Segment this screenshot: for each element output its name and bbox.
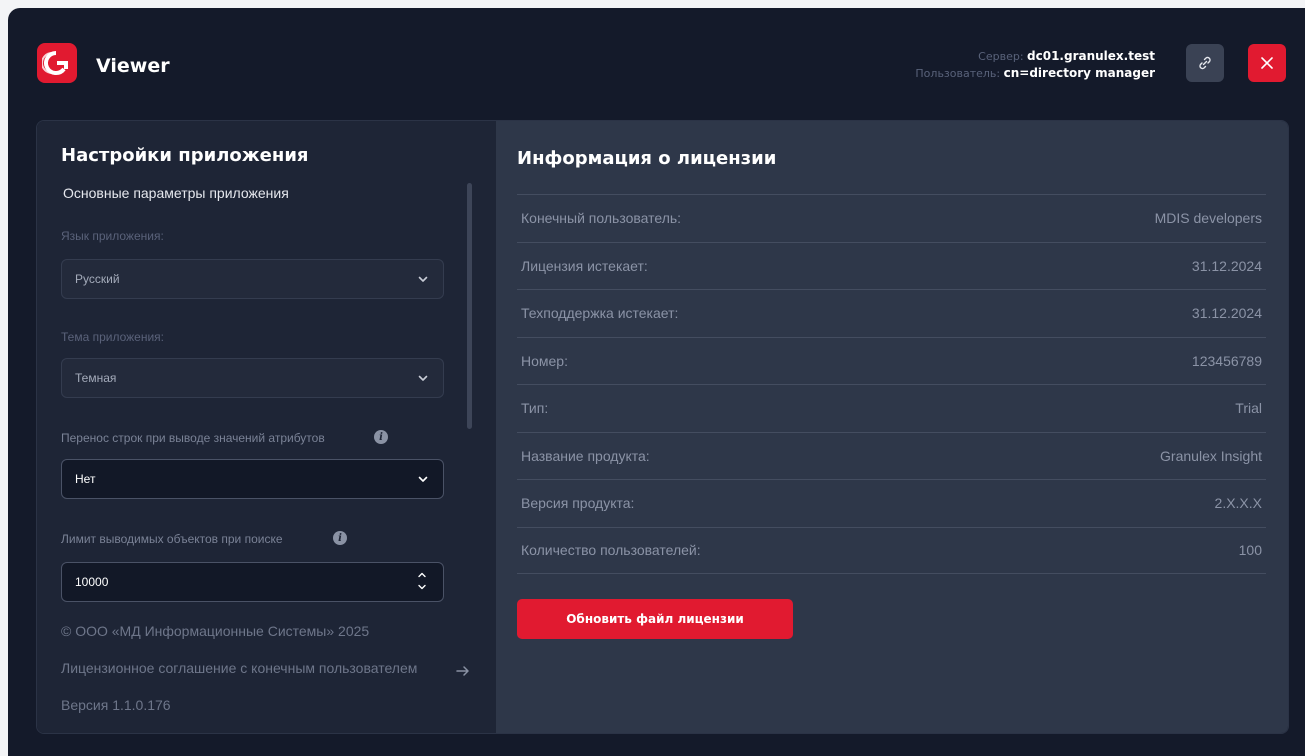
app-window: Viewer Сервер: dc01.granulex.test Пользо… xyxy=(8,8,1305,756)
license-value: 31.12.2024 xyxy=(1191,305,1262,322)
license-row: Версия продукта: 2.X.X.X xyxy=(517,479,1266,527)
eula-link[interactable]: Лицензионное соглашение с конечным польз… xyxy=(61,660,417,676)
license-row: Конечный пользователь: MDIS developers xyxy=(517,194,1266,242)
limit-input[interactable]: 10000 xyxy=(61,562,444,602)
limit-value: 10000 xyxy=(75,575,109,589)
app-title: Viewer xyxy=(96,55,170,77)
license-value: 100 xyxy=(1238,542,1262,559)
link-icon xyxy=(1199,56,1211,70)
server-label: Сервер: xyxy=(978,50,1024,63)
language-select[interactable]: Русский xyxy=(61,259,444,299)
wrap-label: Перенос строк при выводе значений атрибу… xyxy=(61,431,325,445)
wrap-value: Нет xyxy=(75,472,96,486)
theme-value: Темная xyxy=(75,371,117,385)
copyright-text: © ООО «МД Информационные Системы» 2025 xyxy=(61,623,370,639)
language-value: Русский xyxy=(75,272,120,286)
wrap-select[interactable]: Нет xyxy=(61,459,444,499)
license-title: Информация о лицензии xyxy=(517,148,777,169)
license-panel: Информация о лицензии Конечный пользоват… xyxy=(496,121,1288,733)
license-key: Номер: xyxy=(521,352,568,369)
settings-panel: Настройки приложения Основные параметры … xyxy=(37,121,496,733)
close-icon xyxy=(1261,57,1273,69)
license-row: Тип: Trial xyxy=(517,384,1266,432)
limit-stepper[interactable] xyxy=(417,570,427,592)
settings-subtitle: Основные параметры приложения xyxy=(63,185,289,201)
user-label: Пользователь: xyxy=(915,67,1001,80)
theme-label: Тема приложения: xyxy=(61,330,165,344)
license-value: 31.12.2024 xyxy=(1191,257,1262,274)
chevron-down-icon[interactable] xyxy=(417,582,427,592)
chevron-down-icon xyxy=(418,375,428,381)
chevron-up-icon[interactable] xyxy=(417,570,427,580)
app-header: Viewer Сервер: dc01.granulex.test Пользо… xyxy=(8,8,1305,120)
user-value: cn=directory manager xyxy=(1003,66,1155,80)
license-table: Конечный пользователь: MDIS developers Л… xyxy=(517,194,1266,574)
chevron-down-icon xyxy=(418,276,428,282)
settings-scrollbar[interactable] xyxy=(467,183,472,429)
connection-info: Сервер: dc01.granulex.test Пользователь:… xyxy=(915,48,1155,82)
license-key: Количество пользователей: xyxy=(521,542,701,559)
license-row: Название продукта: Granulex Insight xyxy=(517,431,1266,480)
license-value: 123456789 xyxy=(1191,352,1262,369)
limit-label: Лимит выводимых объектов при поиске xyxy=(61,532,283,546)
license-key: Версия продукта: xyxy=(521,495,635,512)
version-text: Версия 1.1.0.176 xyxy=(61,697,171,713)
main-content: Настройки приложения Основные параметры … xyxy=(36,120,1289,734)
license-key: Конечный пользователь: xyxy=(521,210,682,227)
license-key: Тип: xyxy=(521,400,549,417)
language-label: Язык приложения: xyxy=(61,229,164,243)
app-logo-icon xyxy=(37,43,77,83)
info-icon[interactable]: i xyxy=(374,430,388,444)
license-key: Название продукта: xyxy=(521,447,650,464)
close-button[interactable] xyxy=(1248,44,1286,82)
license-key: Техподдержка истекает: xyxy=(521,305,679,322)
settings-title: Настройки приложения xyxy=(61,145,309,166)
license-value: Granulex Insight xyxy=(1160,447,1262,464)
license-row: Техподдержка истекает: 31.12.2024 xyxy=(517,289,1266,337)
link-button[interactable] xyxy=(1186,44,1224,82)
license-row: Лицензия истекает: 31.12.2024 xyxy=(517,241,1266,290)
arrow-right-icon[interactable] xyxy=(455,663,471,679)
license-value: MDIS developers xyxy=(1154,210,1262,227)
chevron-down-icon xyxy=(418,476,428,482)
license-row: Количество пользователей: 100 xyxy=(517,526,1266,574)
theme-select[interactable]: Темная xyxy=(61,358,444,398)
info-icon[interactable]: i xyxy=(333,531,347,545)
license-row: Номер: 123456789 xyxy=(517,336,1266,385)
server-value: dc01.granulex.test xyxy=(1027,49,1155,63)
update-license-button[interactable]: Обновить файл лицензии xyxy=(517,599,793,639)
license-key: Лицензия истекает: xyxy=(521,257,648,274)
license-value: Trial xyxy=(1235,400,1262,417)
license-value: 2.X.X.X xyxy=(1214,495,1262,512)
